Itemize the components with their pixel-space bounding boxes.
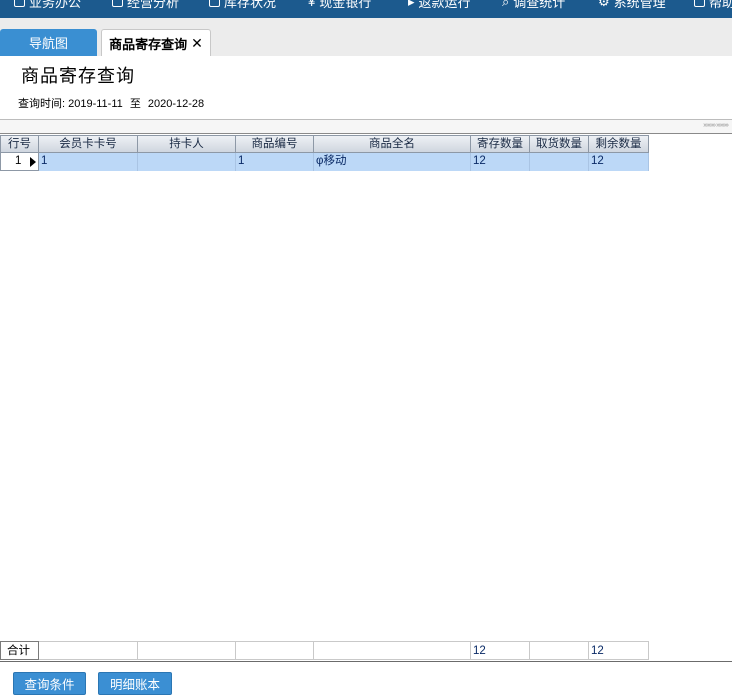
query-conditions-button[interactable]: 查询条件	[13, 672, 86, 695]
gear-icon: ⚙	[598, 0, 610, 9]
grid-empty-area[interactable]	[0, 171, 650, 641]
divider	[0, 661, 732, 662]
date-to: 2020-12-28	[147, 98, 205, 110]
search-icon: ⌕	[502, 0, 510, 9]
column-header-product-name[interactable]: 商品全名	[314, 135, 471, 153]
column-header-product-code[interactable]: 商品编号	[236, 135, 314, 153]
cell-holder[interactable]	[138, 153, 236, 171]
cell-card-no[interactable]: 1	[39, 153, 138, 171]
total-remaining-qty: 12	[589, 641, 649, 660]
total-cell-card-no	[39, 641, 138, 660]
total-label: 合计	[0, 641, 39, 660]
cell-product-code[interactable]: 1	[236, 153, 314, 171]
total-pickup-qty	[530, 641, 589, 660]
topnav-item-inventory[interactable]: 库存状况	[209, 0, 276, 11]
warehouse-icon	[209, 0, 220, 7]
total-cell-holder	[138, 641, 236, 660]
date-from: 2019-11-11	[68, 98, 123, 110]
grid-total-row: 合计 12 12	[0, 641, 650, 660]
topnav-item-business[interactable]: 业务办公	[14, 0, 81, 11]
splitter-handle[interactable]: ››››››››› ›››››››››	[0, 119, 732, 134]
arrow-icon: ▸	[408, 0, 415, 9]
column-header-remaining-qty[interactable]: 剩余数量	[589, 135, 649, 153]
cell-pickup-qty[interactable]	[530, 153, 589, 171]
column-header-deposit-qty[interactable]: 寄存数量	[471, 135, 530, 153]
topnav-item-cash[interactable]: ¥ 现金银行	[308, 0, 371, 11]
query-time: 查询时间: 2019-11-11 至 2020-12-28	[18, 95, 204, 111]
topnav-item-analysis[interactable]: 经营分析	[112, 0, 179, 11]
detail-ledger-button[interactable]: 明细账本	[98, 672, 172, 695]
tab-navigation-map[interactable]: 导航图	[0, 29, 97, 56]
total-cell-product-name	[314, 641, 471, 660]
total-deposit-qty: 12	[471, 641, 530, 660]
column-header-pickup-qty[interactable]: 取货数量	[530, 135, 589, 153]
table-row[interactable]: 1 1 1 φ移动 12 12	[0, 153, 650, 171]
topnav-item-system[interactable]: ⚙ 系统管理	[598, 0, 666, 11]
cell-product-name[interactable]: φ移动	[314, 153, 471, 171]
cell-deposit-qty[interactable]: 12	[471, 153, 530, 171]
grid-header-row: 行号 会员卡卡号 持卡人 商品编号 商品全名 寄存数量 取货数量 剩余数量	[0, 135, 650, 153]
chart-icon	[112, 0, 123, 7]
top-navigation-bar: 业务办公 经营分析 库存状况 ¥ 现金银行 ▸ 返款运行 ⌕ 调查统计 ⚙ 系统…	[0, 0, 732, 18]
query-time-label: 查询时间:	[18, 98, 66, 110]
grip-icon: ››››››››› ›››››››››	[703, 122, 729, 129]
total-cell-product-code	[236, 641, 314, 660]
tab-label: 商品寄存查询	[109, 36, 188, 52]
topnav-item-help[interactable]: 帮助	[694, 0, 732, 11]
tab-strip: 导航图 商品寄存查询 ✕	[0, 18, 732, 56]
column-header-row-no[interactable]: 行号	[0, 135, 39, 153]
close-icon[interactable]: ✕	[191, 35, 203, 52]
tab-product-deposit-query[interactable]: 商品寄存查询 ✕	[101, 29, 211, 56]
topnav-item-returns[interactable]: ▸ 返款运行	[408, 0, 471, 11]
money-icon: ¥	[308, 0, 316, 9]
cell-remaining-qty[interactable]: 12	[589, 153, 649, 171]
column-header-card-no[interactable]: 会员卡卡号	[39, 135, 138, 153]
topnav-item-survey[interactable]: ⌕ 调查统计	[502, 0, 565, 11]
column-header-holder[interactable]: 持卡人	[138, 135, 236, 153]
document-icon	[14, 0, 25, 7]
row-selector-arrow-icon	[30, 157, 36, 167]
page-title: 商品寄存查询	[21, 66, 135, 86]
date-separator: 至	[129, 98, 141, 110]
book-icon	[694, 0, 705, 7]
tab-label: 导航图	[28, 36, 68, 51]
